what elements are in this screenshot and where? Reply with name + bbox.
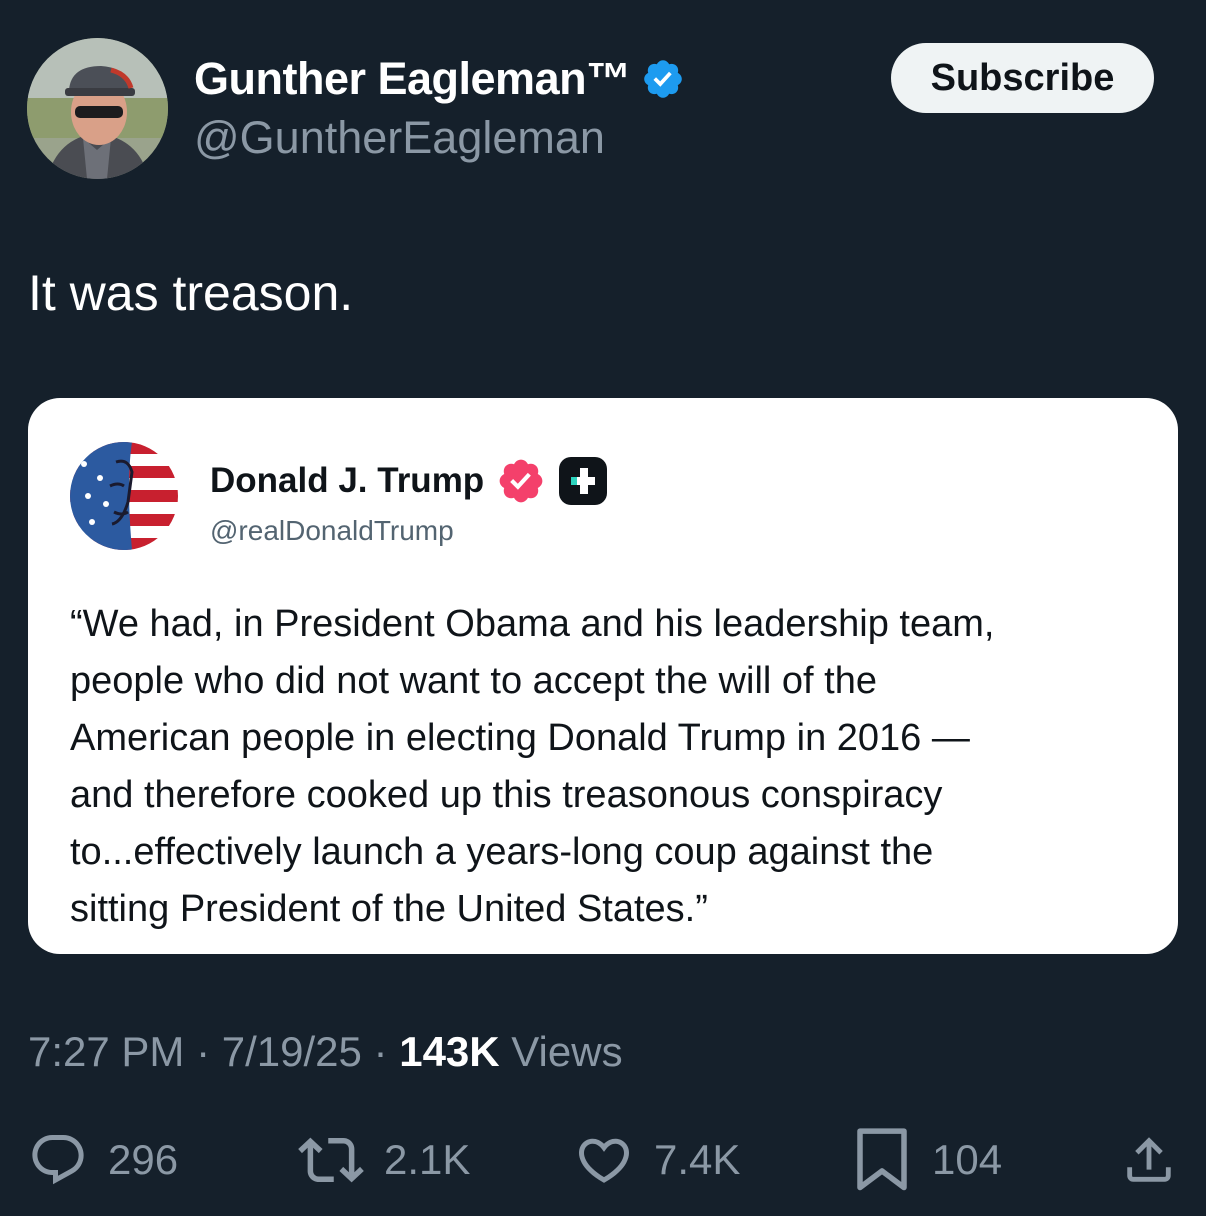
repost-icon bbox=[298, 1137, 364, 1183]
bookmark-button[interactable]: 104 bbox=[852, 1125, 1002, 1195]
post-time[interactable]: 7:27 PM bbox=[28, 1028, 184, 1076]
quoted-author-name[interactable]: Donald J. Trump bbox=[210, 461, 484, 501]
reply-icon bbox=[32, 1135, 84, 1185]
reply-button[interactable]: 296 bbox=[28, 1125, 178, 1195]
author-name-row: Gunther Eagleman™ bbox=[194, 50, 685, 108]
repost-count: 2.1K bbox=[384, 1136, 471, 1183]
quoted-author-avatar[interactable] bbox=[70, 442, 178, 550]
verified-badge-icon bbox=[643, 60, 682, 98]
heart-icon bbox=[578, 1138, 630, 1183]
bookmark-count: 104 bbox=[932, 1136, 1003, 1183]
author-handle[interactable]: @GuntherEagleman bbox=[194, 112, 605, 164]
tweet-text: It was treason. bbox=[28, 265, 354, 321]
action-bar: 296 2.1K 7.4K 104 bbox=[0, 1125, 1206, 1195]
quote-line: sitting President of the United States.” bbox=[70, 888, 708, 930]
author-display-name[interactable]: Gunther Eagleman™ bbox=[194, 53, 631, 105]
meta-separator: · bbox=[361, 1028, 400, 1075]
verified-badge-icon bbox=[499, 459, 543, 503]
quote-line: to...effectively launch a years-long cou… bbox=[70, 831, 934, 873]
share-icon bbox=[1127, 1137, 1171, 1182]
plus-app-icon bbox=[559, 457, 608, 505]
subscribe-button[interactable]: Subscribe bbox=[891, 43, 1154, 113]
quoted-author-handle[interactable]: @realDonaldTrump bbox=[210, 515, 454, 547]
like-button[interactable]: 7.4K bbox=[574, 1125, 740, 1195]
quoted-author-name-row: Donald J. Trump bbox=[210, 456, 608, 506]
post-meta: 7:27 PM · 7/19/25 · 143K Views bbox=[28, 1028, 623, 1076]
quoted-post-text: “We had, in President Obama and his lead… bbox=[70, 596, 1150, 938]
views-label: Views bbox=[499, 1028, 623, 1075]
quote-line: American people in electing Donald Trump… bbox=[70, 717, 970, 759]
repost-button[interactable]: 2.1K bbox=[298, 1125, 470, 1195]
share-button[interactable] bbox=[1120, 1125, 1178, 1195]
quoted-post-card[interactable]: Donald J. Trump @realDonaldTrump “We had… bbox=[28, 398, 1178, 954]
reply-count: 296 bbox=[108, 1136, 179, 1183]
post-date[interactable]: 7/19/25 bbox=[222, 1028, 362, 1076]
like-count: 7.4K bbox=[654, 1136, 741, 1183]
quote-line: people who did not want to accept the wi… bbox=[70, 660, 877, 702]
tweet-header: Gunther Eagleman™ @GuntherEagleman Subsc… bbox=[0, 0, 1206, 200]
views-count[interactable]: 143K bbox=[399, 1028, 499, 1076]
quote-line: and therefore cooked up this treasonous … bbox=[70, 774, 943, 816]
meta-separator: · bbox=[184, 1028, 222, 1075]
author-avatar[interactable] bbox=[27, 38, 168, 179]
quote-line: “We had, in President Obama and his lead… bbox=[70, 603, 995, 645]
bookmark-icon bbox=[857, 1128, 907, 1191]
